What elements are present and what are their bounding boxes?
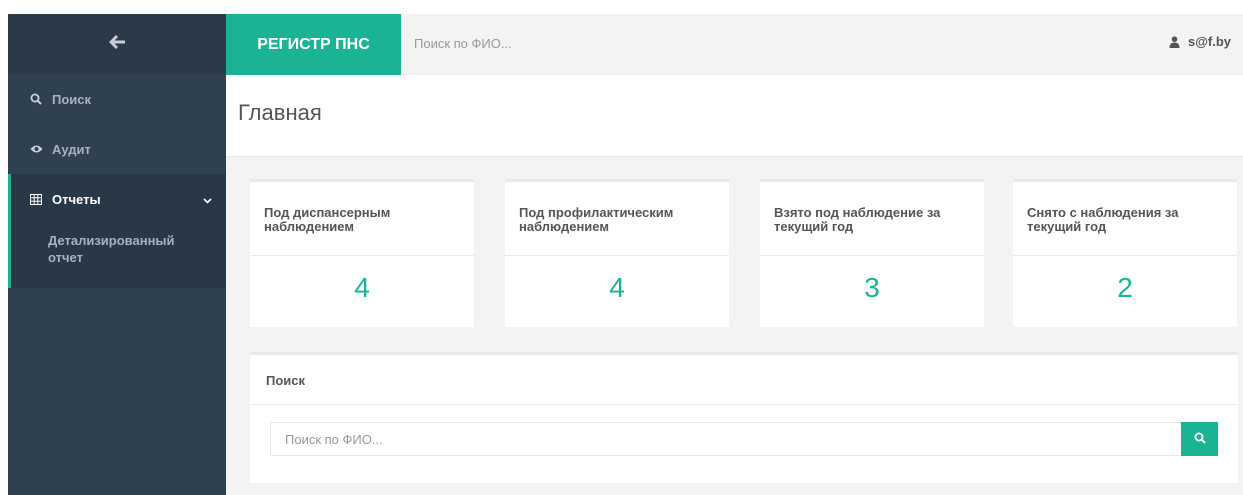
sidebar-group-reports: Отчеты Детализированный отчет [8,174,226,288]
search-row [270,422,1218,456]
search-button[interactable] [1181,422,1218,456]
stat-card-title: Снято с наблюдения за текущий год [1013,182,1237,256]
user-menu[interactable]: s@f.by [1169,34,1231,49]
search-icon [1194,432,1206,447]
stat-card-title: Под профилактическим наблюдением [505,182,729,256]
eye-icon [30,144,46,154]
sidebar-item-search[interactable]: Поиск [8,74,226,124]
sidebar-item-label: Поиск [52,91,92,107]
stat-card-value: 4 [609,272,625,303]
stat-card-value: 4 [354,272,370,303]
page-title: Главная [238,100,322,125]
sidebar-item-label: Отчеты [52,191,101,207]
search-input[interactable] [270,422,1181,456]
user-email: s@f.by [1187,34,1231,49]
search-panel: Поиск [250,352,1238,483]
chevron-down-icon [203,192,212,207]
sidebar-item-reports[interactable]: Отчеты [11,174,226,224]
sidebar: Поиск Аудит Отчеты Детализированный отче… [8,14,226,495]
stat-card-removed: Снято с наблюдения за текущий год 2 [1013,179,1237,327]
sidebar-subitem-detailed-report[interactable]: Детализированный отчет [11,224,226,288]
brand-button[interactable]: РЕГИСТР ПНС [226,14,401,75]
top-navbar: РЕГИСТР ПНС s@f.by [226,14,1243,75]
stat-card-value: 2 [1117,272,1133,303]
page-heading: Главная [226,75,1243,157]
top-search-input[interactable] [414,36,714,51]
sidebar-item-label: Аудит [52,141,91,157]
user-icon [1169,35,1180,48]
stat-card-preventive: Под профилактическим наблюдением 4 [505,179,729,327]
stat-card-title: Под диспансерным наблюдением [250,182,474,256]
main-content: Под диспансерным наблюдением 4 Под профи… [226,157,1243,495]
arrow-left-icon[interactable] [108,34,126,55]
stat-card-value: 3 [864,272,880,303]
sidebar-header [8,14,226,74]
table-icon [30,193,46,205]
stat-card-taken: Взято под наблюдение за текущий год 3 [760,179,984,327]
search-panel-title: Поиск [250,355,1238,405]
search-icon [30,93,46,105]
stat-card-dispensary: Под диспансерным наблюдением 4 [250,179,474,327]
stat-card-title: Взято под наблюдение за текущий год [760,182,984,256]
sidebar-item-audit[interactable]: Аудит [8,124,226,174]
